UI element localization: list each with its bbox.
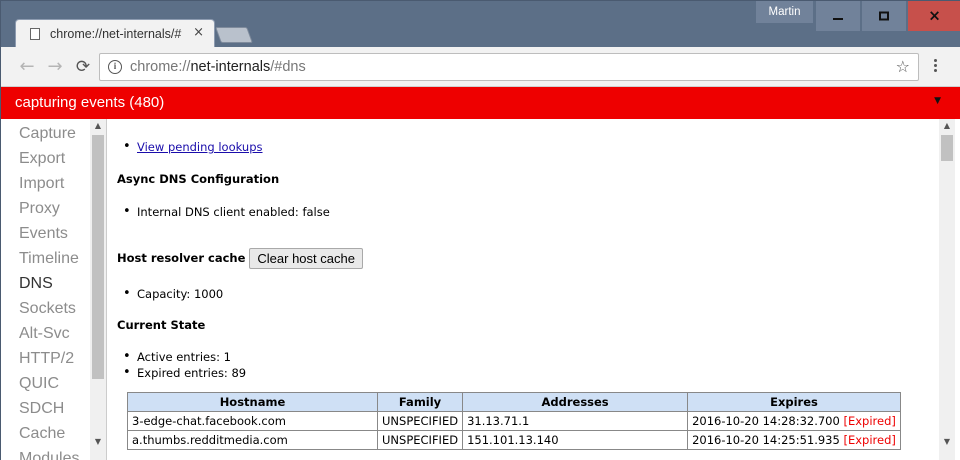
scroll-down-icon[interactable]: ▼ <box>90 437 106 446</box>
sidebar-item-sockets[interactable]: Sockets <box>19 296 79 321</box>
sidebar-item-dns[interactable]: DNS <box>19 271 79 296</box>
cell-hostname: a.thumbs.redditmedia.com <box>127 430 378 450</box>
sidebar-scrollbar[interactable]: ▲ ▼ <box>90 119 106 460</box>
content-scroll-thumb[interactable] <box>941 135 953 161</box>
sidebar-item-events[interactable]: Events <box>19 221 79 246</box>
pending-lookups-item: View pending lookups <box>123 139 263 154</box>
expires-time: 2016-10-20 14:25:51.935 <box>692 433 840 447</box>
bookmark-star-icon[interactable]: ☆ <box>896 57 910 76</box>
col-addresses: Addresses <box>462 392 689 412</box>
close-tab-icon[interactable]: × <box>193 25 204 40</box>
cell-family: UNSPECIFIED <box>376 430 464 450</box>
url-host: net-internals <box>190 59 271 75</box>
minimize-button[interactable] <box>815 1 860 31</box>
capture-status-text: capturing events (480) <box>15 94 165 111</box>
sidebar-item-cache[interactable]: Cache <box>19 421 79 446</box>
tab-title: chrome://net-internals/# <box>50 27 182 41</box>
current-state-heading: Current State <box>117 318 206 332</box>
url-scheme: chrome:// <box>130 59 191 75</box>
scroll-up-icon[interactable]: ▲ <box>90 121 106 130</box>
cell-expires: 2016-10-20 14:28:32.700 [Expired] <box>687 411 901 431</box>
maximize-button[interactable] <box>861 1 906 31</box>
url-text[interactable]: chrome://net-internals/#dns <box>130 59 306 75</box>
expired-flag: [Expired] <box>843 414 896 428</box>
close-window-button[interactable]: × <box>907 1 960 31</box>
sidebar-item-export[interactable]: Export <box>19 146 79 171</box>
col-expires: Expires <box>687 392 901 412</box>
col-family: Family <box>376 392 464 412</box>
host-cache-row: Host resolver cache Clear host cache <box>117 248 363 269</box>
info-icon[interactable]: i <box>108 60 122 74</box>
sidebar-item-capture[interactable]: Capture <box>19 121 79 146</box>
close-icon: × <box>928 6 941 25</box>
sidebar-item-timeline[interactable]: Timeline <box>19 246 79 271</box>
content-scrollbar[interactable]: ▲ ▼ <box>939 119 955 460</box>
reload-button[interactable]: ⟳ <box>71 55 95 79</box>
sidebar-item-proxy[interactable]: Proxy <box>19 196 79 221</box>
new-tab-button[interactable] <box>215 27 253 43</box>
view-pending-lookups-link[interactable]: View pending lookups <box>137 140 263 154</box>
title-bar: chrome://net-internals/# × Martin × <box>1 1 960 47</box>
dropdown-arrow-icon[interactable]: ▼ <box>934 96 941 106</box>
sidebar-nav: Capture Export Import Proxy Events Timel… <box>19 121 79 460</box>
profile-name[interactable]: Martin <box>756 1 813 23</box>
sidebar-item-sdch[interactable]: SDCH <box>19 396 79 421</box>
forward-button[interactable]: → <box>43 55 67 79</box>
browser-toolbar: ← → ⟳ i chrome://net-internals/#dns ☆ <box>1 47 960 87</box>
active-entries: Active entries: 1 <box>123 349 231 364</box>
expired-flag: [Expired] <box>843 433 896 447</box>
cell-expires: 2016-10-20 14:25:51.935 [Expired] <box>687 430 901 450</box>
expired-entries: Expired entries: 89 <box>123 365 246 380</box>
scroll-up-icon[interactable]: ▲ <box>939 121 955 130</box>
scroll-down-icon[interactable]: ▼ <box>939 437 955 446</box>
cell-family: UNSPECIFIED <box>376 411 464 431</box>
cell-addresses: 31.13.71.1 <box>462 411 689 431</box>
sidebar-item-modules[interactable]: Modules <box>19 446 79 460</box>
async-dns-heading: Async DNS Configuration <box>117 172 280 186</box>
host-cache-heading: Host resolver cache <box>117 251 246 265</box>
sidebar-item-alt-svc[interactable]: Alt-Svc <box>19 321 79 346</box>
sidebar: Capture Export Import Proxy Events Timel… <box>1 119 107 460</box>
url-path: /#dns <box>270 59 306 75</box>
cache-capacity: Capacity: 1000 <box>123 286 223 301</box>
back-button[interactable]: ← <box>15 55 39 79</box>
menu-dots-icon[interactable] <box>928 57 942 77</box>
internal-dns-status: Internal DNS client enabled: false <box>123 204 330 219</box>
table-row: 3-edge-chat.facebook.com UNSPECIFIED 31.… <box>127 411 901 431</box>
address-bar[interactable]: i chrome://net-internals/#dns ☆ <box>99 53 919 81</box>
cell-hostname: 3-edge-chat.facebook.com <box>127 411 378 431</box>
sidebar-item-http2[interactable]: HTTP/2 <box>19 346 79 371</box>
table-row: a.thumbs.redditmedia.com UNSPECIFIED 151… <box>127 430 901 450</box>
sidebar-item-quic[interactable]: QUIC <box>19 371 79 396</box>
host-cache-table: Hostname Family Addresses Expires 3-edge… <box>127 392 901 450</box>
sidebar-scroll-thumb[interactable] <box>92 135 104 379</box>
browser-window: chrome://net-internals/# × Martin × ← → … <box>0 0 960 460</box>
table-header-row: Hostname Family Addresses Expires <box>127 392 901 412</box>
capture-status-bar: capturing events (480) ▼ <box>1 87 960 119</box>
dns-panel: View pending lookups Async DNS Configura… <box>107 119 960 460</box>
page-icon <box>30 28 40 40</box>
col-hostname: Hostname <box>127 392 378 412</box>
cell-addresses: 151.101.13.140 <box>462 430 689 450</box>
browser-tab[interactable]: chrome://net-internals/# × <box>15 19 215 47</box>
expires-time: 2016-10-20 14:28:32.700 <box>692 414 840 428</box>
maximize-icon <box>879 11 889 21</box>
minimize-icon <box>833 18 843 20</box>
sidebar-item-import[interactable]: Import <box>19 171 79 196</box>
clear-host-cache-button[interactable]: Clear host cache <box>249 248 363 269</box>
